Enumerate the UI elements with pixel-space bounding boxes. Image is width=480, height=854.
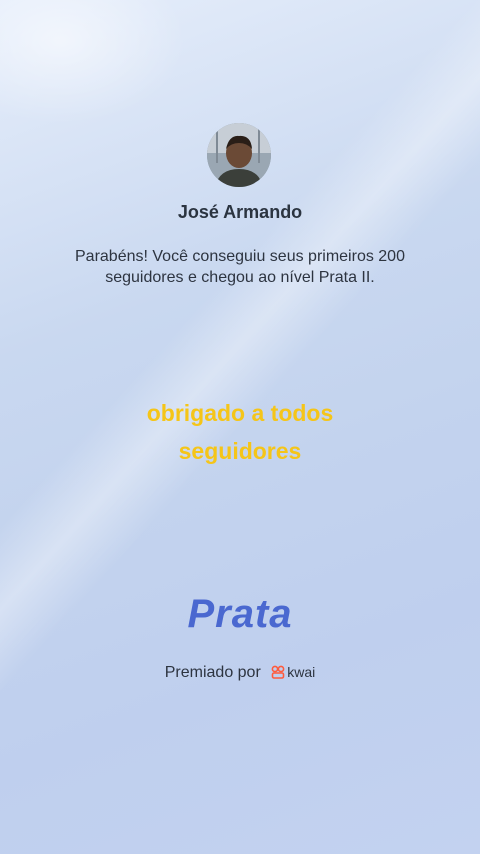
achievement-message: Parabéns! Você conseguiu seus primeiros …: [60, 246, 420, 288]
user-name: José Armando: [177, 202, 303, 222]
message-line-1: Parabéns! Você conseguiu seus primeiros …: [75, 248, 405, 265]
avatar[interactable]: [207, 123, 271, 187]
caption-line-2: seguidores: [178, 438, 302, 464]
message-line-2: seguidores e chegou ao nível Prata II.: [105, 269, 375, 286]
kwai-brand: kwai: [287, 664, 316, 680]
avatar-photo: [207, 123, 271, 187]
thanks-caption: obrigado a todos seguidores: [0, 394, 480, 470]
caption-line-1: obrigado a todos: [146, 400, 334, 426]
level-label: Prata: [187, 592, 293, 636]
awarded-by-label: Premiado por: [164, 664, 261, 681]
kwai-logo-icon: [271, 665, 285, 684]
awarded-by: Premiado por kwai: [0, 664, 480, 684]
